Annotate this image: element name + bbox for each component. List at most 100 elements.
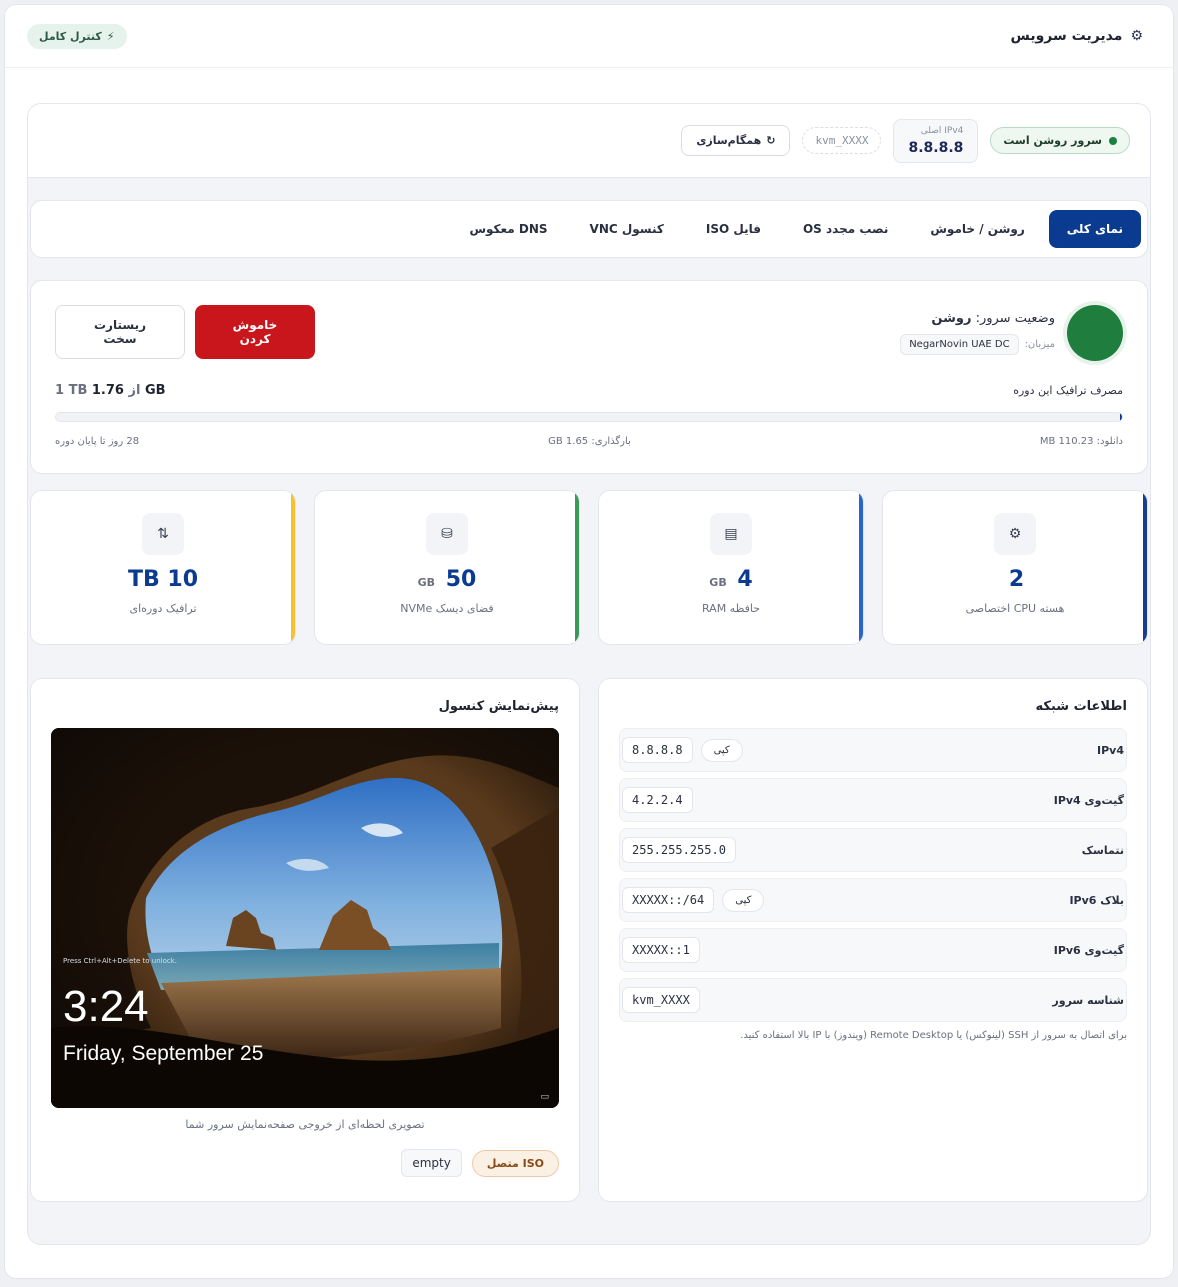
- stat-label: حافظه RAM: [701, 602, 761, 615]
- network-row-key: گیت‌وی IPv4: [1053, 793, 1124, 807]
- network-row-values: XXXXX::/64 کپی: [622, 887, 765, 913]
- network-rows: IPv4 8.8.8.8 کپی گیت‌وی IPv4 4.2.2.4 نتماسک 25…: [619, 728, 1127, 1022]
- sync-button[interactable]: ↻ همگام‌سازی: [681, 125, 791, 156]
- console-preview-card: پیش‌نمایش کنسول: [30, 678, 580, 1202]
- tab-overview[interactable]: نمای کلی: [1048, 210, 1141, 248]
- traffic-total: 1 TB: [55, 383, 88, 398]
- primary-ip-value: 8.8.8.8: [908, 139, 964, 156]
- stat-unit: GB: [417, 576, 436, 589]
- service-panel: سرور روشن است IPv4 اصلی 8.8.8.8 kvm_XXXX…: [27, 103, 1151, 1245]
- copy-button[interactable]: کپی: [700, 738, 743, 762]
- full-control-label: کنترل کامل: [39, 29, 102, 43]
- refresh-icon: ↻: [766, 134, 776, 147]
- network-row-value: 8.8.8.8: [622, 737, 693, 763]
- server-on-label: سرور روشن است: [1003, 134, 1102, 147]
- server-on-pill: سرور روشن است: [990, 127, 1130, 154]
- sync-label: همگام‌سازی: [696, 134, 762, 147]
- network-row-values: kvm_XXXX: [622, 987, 700, 1013]
- traffic-of: از: [128, 383, 141, 398]
- disk-icon: ⛁: [426, 513, 468, 555]
- memory-icon: ▤: [710, 513, 752, 555]
- network-row: IPv4 8.8.8.8 کپی: [619, 728, 1127, 772]
- network-row: نتماسک 255.255.255.0: [619, 828, 1127, 872]
- gear-icon: ⚙: [1130, 28, 1143, 44]
- traffic-icon: ⇅: [142, 513, 184, 555]
- network-row: بلاک IPv6 XXXXX::/64 کپی: [619, 878, 1127, 922]
- tab-reverse-dns[interactable]: DNS معکوس: [451, 210, 565, 248]
- status-title: وضعیت سرور: روشن: [900, 311, 1055, 326]
- server-id-chip: kvm_XXXX: [802, 127, 882, 154]
- upload-stat: بارگذاری: 1.65 GB: [548, 436, 631, 447]
- network-row-key: نتماسک: [1081, 843, 1124, 857]
- network-row-value: 4.2.2.4: [622, 787, 693, 813]
- stat-value: 2: [883, 567, 1147, 592]
- page-title-text: مدیریت سرویس: [1010, 28, 1123, 44]
- status-dot-icon: [1109, 136, 1117, 145]
- stat-label: هسته CPU اختصاصی: [965, 602, 1065, 615]
- network-row: گیت‌وی IPv4 4.2.2.4: [619, 778, 1127, 822]
- iso-status: ISO متصل empty: [51, 1149, 559, 1177]
- stat-card-cpu: ⚙ 2 هسته CPU اختصاصی: [882, 490, 1148, 645]
- stat-label: ترافیک دوره‌ای: [129, 602, 197, 615]
- stat-value: TB 10: [31, 567, 295, 592]
- stat-number: 4: [737, 567, 753, 592]
- stat-number: 10: [167, 567, 199, 592]
- network-row: شناسه سرور kvm_XXXX: [619, 978, 1127, 1022]
- network-hint: برای اتصال به سرور از SSH (لینوکس) یا Re…: [740, 1030, 1127, 1041]
- shutdown-button[interactable]: خاموش کردن: [195, 305, 315, 359]
- stat-accent: [859, 491, 863, 644]
- stat-card-traffic: ⇅ TB 10 ترافیک دوره‌ای: [30, 490, 296, 645]
- network-row-key: شناسه سرور: [1052, 993, 1124, 1007]
- stat-accent: [291, 491, 295, 644]
- network-row-value: XXXXX::/64: [622, 887, 715, 913]
- traffic-label: مصرف ترافیک این دوره: [1013, 384, 1123, 397]
- traffic-usage: 1 TB از 1.76 GB: [55, 383, 166, 398]
- network-row-values: 8.8.8.8 کپی: [622, 737, 743, 763]
- primary-ip-box: IPv4 اصلی 8.8.8.8: [893, 118, 979, 163]
- tab-reinstall-os[interactable]: نصب مجدد OS: [785, 210, 906, 248]
- stat-card-disk: ⛁ GB 50 فضای دیسک NVMe: [314, 490, 580, 645]
- stat-value: GB 50: [315, 567, 579, 592]
- tab-vnc-console[interactable]: کنسول VNC: [572, 210, 682, 248]
- network-title: اطلاعات شبکه: [1035, 699, 1127, 714]
- primary-ip-label: IPv4 اصلی: [920, 125, 964, 136]
- full-control-badge[interactable]: ⚡ کنترل کامل: [27, 23, 127, 49]
- copy-button[interactable]: کپی: [722, 888, 765, 912]
- app-frame: ⚙ مدیریت سرویس ⚡ کنترل کامل سرور روشن اس…: [4, 4, 1174, 1279]
- tab-iso[interactable]: فایل ISO: [688, 210, 779, 248]
- server-summary: سرور روشن است IPv4 اصلی 8.8.8.8 kvm_XXXX…: [28, 104, 1150, 178]
- network-row-value: kvm_XXXX: [622, 987, 700, 1013]
- stat-label: فضای دیسک NVMe: [400, 602, 494, 615]
- server-status: وضعیت سرور: روشن میزبان: NegarNovin UAE …: [900, 305, 1123, 361]
- power-actions: خاموش کردن ریستارت سخت: [55, 305, 315, 359]
- iso-value-chip: empty: [401, 1149, 462, 1177]
- days-left-stat: 28 روز تا پایان دوره: [55, 436, 140, 447]
- traffic-meta: دانلود: 110.23 MB بارگذاری: 1.65 GB 28 ر…: [55, 436, 1123, 447]
- status-title-value: روشن: [931, 311, 972, 326]
- lockscreen-clock: 3:24: [63, 982, 149, 1031]
- tab-power[interactable]: روشن / خاموش: [912, 210, 1042, 248]
- iso-attached-badge: ISO متصل: [471, 1149, 559, 1177]
- console-caption: تصویری لحظه‌ای از خروجی صفحه‌نمایش سرور …: [185, 1118, 425, 1131]
- network-row-key: IPv4: [1097, 743, 1124, 757]
- network-row-key: گیت‌وی IPv6: [1053, 943, 1124, 957]
- power-state-indicator: [1067, 305, 1123, 361]
- status-card: وضعیت سرور: روشن میزبان: NegarNovin UAE …: [30, 280, 1148, 474]
- bolt-icon: ⚡: [106, 29, 115, 43]
- traffic-progress-bar: [55, 412, 1123, 422]
- stat-accent: [575, 491, 579, 644]
- network-row-values: 4.2.2.4: [622, 787, 693, 813]
- download-stat: دانلود: 110.23 MB: [1039, 436, 1123, 447]
- page-title: ⚙ مدیریت سرویس: [1011, 28, 1143, 44]
- hard-reset-button[interactable]: ریستارت سخت: [55, 305, 185, 359]
- console-screenshot[interactable]: Press Ctrl+Alt+Delete to unlock. 3:24 Fr…: [51, 728, 559, 1108]
- status-title-prefix: وضعیت سرور:: [975, 311, 1055, 326]
- stat-number: 50: [445, 567, 477, 592]
- host-label: میزبان:: [1024, 339, 1055, 350]
- lock-hint-text: Press Ctrl+Alt+Delete to unlock.: [63, 957, 178, 965]
- network-row-value: XXXXX::1: [622, 937, 700, 963]
- stat-card-ram: ▤ GB 4 حافظه RAM: [598, 490, 864, 645]
- network-row-value: 255.255.255.0: [622, 837, 736, 863]
- cpu-icon: ⚙: [994, 513, 1036, 555]
- network-row-values: XXXXX::1: [622, 937, 700, 963]
